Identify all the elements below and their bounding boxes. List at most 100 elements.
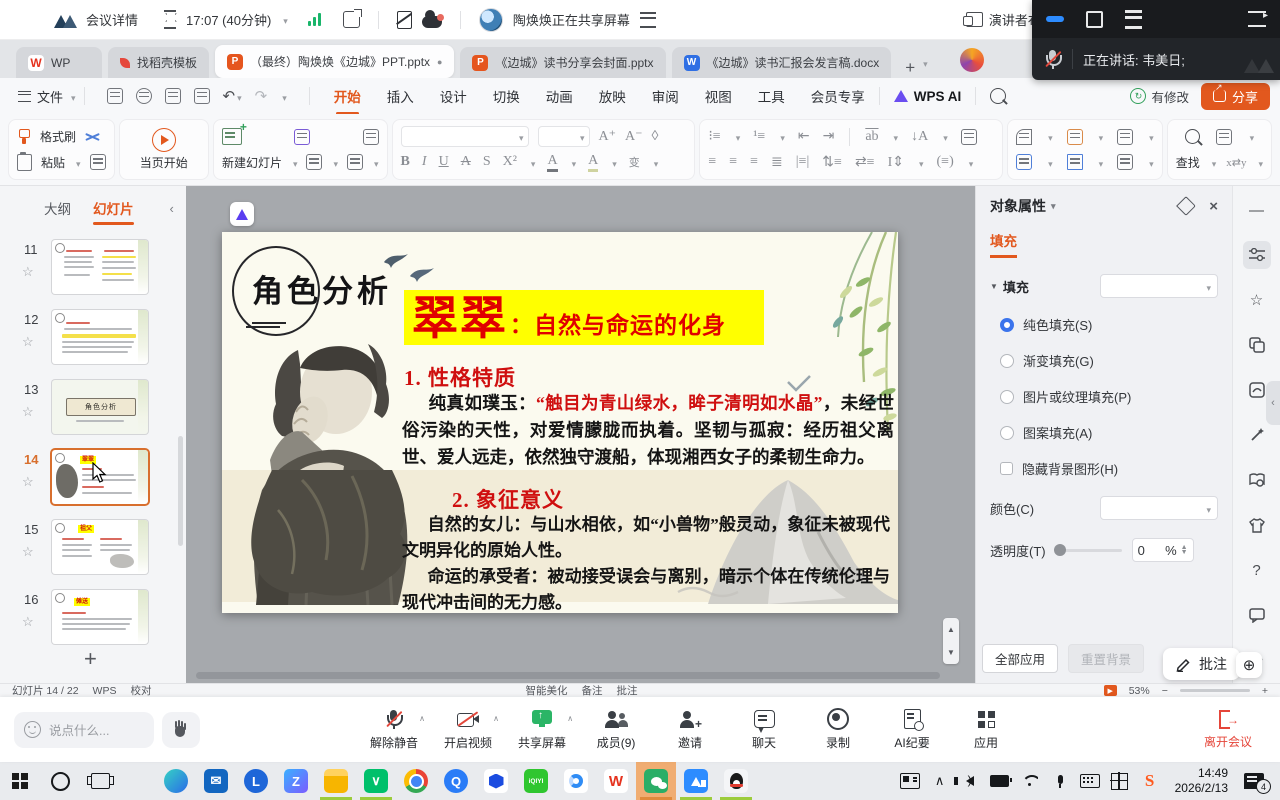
slide-thumbnail-15[interactable]: 祖父 (52, 520, 148, 574)
ime-button[interactable] (1107, 762, 1133, 800)
file-menu[interactable]: 文件 (18, 87, 76, 106)
next-slide-icon[interactable]: ▼ (947, 648, 955, 657)
slide-layout-icon[interactable] (306, 154, 322, 170)
find-icon[interactable] (1185, 129, 1200, 144)
fill-tab[interactable]: 填充 (990, 230, 1017, 258)
wps-badge[interactable]: WPS (93, 685, 117, 697)
speaker-layout-icon[interactable] (966, 12, 983, 27)
text-direction-icon[interactable]: ↓A (911, 129, 928, 145)
taskbar-mail[interactable]: ✉ (196, 762, 236, 800)
numbered-list-icon[interactable]: ¹≡ (753, 129, 765, 145)
properties-icon[interactable] (1243, 241, 1271, 269)
taskbar-chrome[interactable] (396, 762, 436, 800)
tab-cover-ppt[interactable]: P 《边城》读书分享会封面.pptx (460, 47, 665, 78)
play-from-current-icon[interactable] (152, 128, 176, 152)
strikethrough-icon[interactable]: A (461, 154, 471, 170)
format-painter-icon[interactable] (17, 129, 31, 144)
section2-paragraph[interactable]: 自然的女儿：与山水相依，如“小兽物”般灵动，象征未被现代文明异化的原始人性。 命… (402, 512, 890, 613)
slide-thumbnail-11[interactable] (52, 240, 148, 294)
menu-review[interactable]: 审阅 (652, 86, 679, 106)
taskbar-wps[interactable]: W (596, 762, 636, 800)
annotate-button[interactable]: 批注 (1163, 648, 1240, 680)
color-combo[interactable] (1100, 496, 1218, 520)
taskbar-edge[interactable] (156, 762, 196, 800)
columns-icon[interactable] (1117, 154, 1133, 170)
help-icon[interactable]: ? (1243, 556, 1271, 584)
touch-keyboard-button[interactable] (1077, 762, 1103, 800)
theme-clothes-icon[interactable] (1243, 511, 1271, 539)
comments-button[interactable]: 批注 (616, 683, 637, 697)
phonetic-guide-icon[interactable]: 变 (629, 154, 640, 170)
zoom-in-icon[interactable]: + (1262, 685, 1268, 697)
section2-title[interactable]: 2. 象征意义 (452, 484, 564, 514)
bold-icon[interactable]: B (401, 154, 410, 170)
underline-icon[interactable]: U (439, 154, 449, 170)
char-spacing-icon[interactable]: ab (865, 129, 878, 145)
menu-insert[interactable]: 插入 (387, 86, 414, 106)
selection-pane-icon[interactable] (1216, 129, 1232, 145)
insert-picture-icon[interactable] (1067, 129, 1083, 145)
share-button[interactable]: 分享 (1201, 83, 1270, 110)
font-size-combo[interactable] (538, 126, 590, 147)
close-icon[interactable]: × (1209, 198, 1218, 215)
play-from-current-button[interactable]: 当页开始 (140, 154, 188, 171)
shape-fill-icon[interactable] (1117, 129, 1133, 145)
effects-star-icon[interactable]: ☆ (1243, 286, 1271, 314)
save-icon[interactable] (107, 88, 123, 104)
new-slide-button[interactable]: 新建幻灯片 (222, 154, 282, 171)
tab-wps-home[interactable]: W WP (16, 47, 102, 78)
wps-ai-float-button[interactable] (230, 202, 254, 226)
option-pattern-fill[interactable]: 图案填充(A) (1000, 423, 1218, 442)
print-preview-icon[interactable] (194, 88, 210, 104)
convert-to-diagram-icon[interactable] (961, 129, 977, 145)
wps-ai-menu[interactable]: WPS AI (894, 89, 962, 104)
chat-button[interactable]: 聊天 (740, 708, 788, 751)
tab-outline[interactable]: 大纲 (44, 198, 71, 218)
sharing-menu-icon[interactable] (640, 12, 656, 28)
start-button[interactable] (0, 762, 40, 800)
invite-button[interactable]: + 邀请 (666, 708, 714, 751)
taskbar-cloud-app[interactable] (556, 762, 596, 800)
font-family-combo[interactable] (401, 126, 529, 147)
task-view-button[interactable] (80, 762, 120, 800)
checkbox-icon[interactable] (1000, 462, 1013, 475)
cut-icon[interactable] (85, 130, 101, 144)
favorite-star-icon[interactable]: ☆ (22, 544, 34, 560)
text-align-vertical-icon[interactable]: (≡) (937, 154, 954, 170)
pin-icon[interactable] (1176, 196, 1196, 216)
menu-home[interactable]: 开始 (334, 86, 361, 106)
bullet-list-icon[interactable]: ⁝≡ (708, 128, 720, 145)
resource-search-icon[interactable] (1243, 466, 1271, 494)
add-slide-button[interactable]: + (84, 646, 97, 672)
modified-badge[interactable]: ↻ 有修改 (1130, 87, 1189, 106)
favorite-star-icon[interactable]: ☆ (22, 474, 34, 490)
slide-checklist-icon[interactable] (347, 154, 363, 170)
taskbar-clock[interactable]: 14:49 2026/2/13 (1167, 766, 1236, 796)
share-screen-button[interactable]: 共享屏幕∧ (518, 708, 566, 751)
align-right-icon[interactable]: ≡ (750, 154, 758, 170)
find-button[interactable]: 查找 (1176, 154, 1200, 171)
favorite-star-icon[interactable]: ☆ (22, 404, 34, 420)
justify-icon[interactable]: ≣ (771, 154, 783, 171)
unmute-button[interactable]: 解除静音∧ (370, 708, 418, 751)
decrease-indent-icon[interactable]: ⇤ (798, 128, 810, 145)
option-solid-fill[interactable]: 纯色填充(S) (1000, 315, 1218, 334)
notification-center-button[interactable]: 4 (1244, 773, 1264, 789)
more-quick-icon[interactable] (280, 89, 287, 104)
taskbar-explorer[interactable] (316, 762, 356, 800)
taskbar-quark[interactable]: Q (436, 762, 476, 800)
canvas-horizontal-scrollbar[interactable] (196, 672, 940, 679)
undo-icon[interactable]: ↶ (223, 89, 242, 104)
distribute-icon[interactable]: |≡| (796, 154, 810, 170)
taskbar-qq[interactable] (716, 762, 756, 800)
row-spacing-icon[interactable]: ⇅≡ (822, 154, 842, 171)
radio-icon[interactable] (1000, 426, 1014, 440)
record-button[interactable]: 录制 (814, 708, 862, 751)
collapse-panel-icon[interactable]: ‹ (170, 201, 174, 216)
search-icon[interactable] (990, 88, 1006, 104)
slide-from-outline-icon[interactable] (363, 129, 379, 145)
text-box-icon[interactable] (1016, 154, 1032, 170)
decrease-font-icon[interactable]: A⁻ (625, 128, 643, 145)
video-options-caret-icon[interactable]: ∧ (493, 714, 499, 723)
opacity-slider[interactable] (1056, 549, 1122, 552)
